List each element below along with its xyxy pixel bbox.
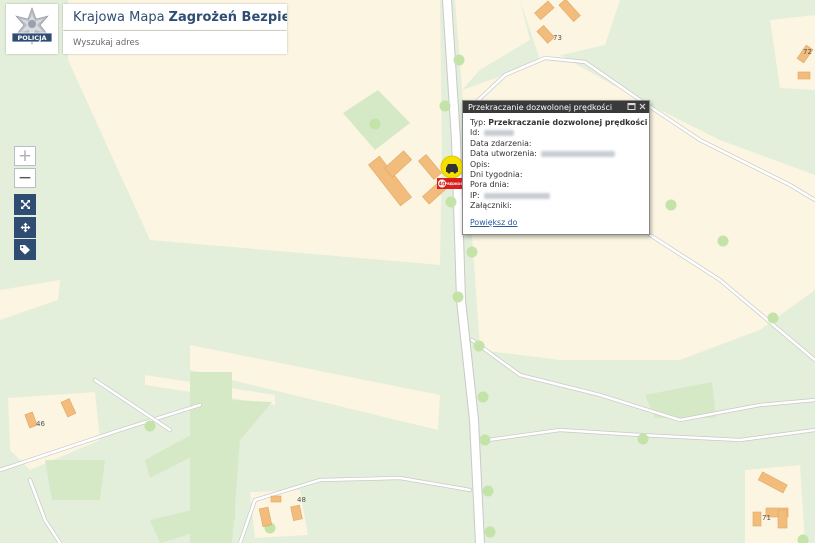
fullscreen-button[interactable] — [14, 194, 36, 215]
redacted-ip — [483, 192, 550, 199]
row-pora-dnia: Pora dnia: — [470, 180, 510, 190]
police-star-icon: POLICJA — [11, 7, 53, 45]
row-data-zdarzenia: Data zdarzenia: — [470, 138, 532, 148]
zoom-out-button[interactable]: − — [14, 168, 36, 188]
row-data-utworzenia: Data utworzenia: — [470, 149, 649, 159]
incident-popup: Przekraczanie dozwolonej prędkości Typ: … — [462, 100, 650, 235]
typ-value: Przekraczanie dozwolonej prędkości — [488, 118, 648, 127]
popup-body: Typ: Przekraczanie dozwolonej prędkości … — [463, 113, 649, 228]
row-ip: IP: — [470, 191, 649, 201]
popup-title: Przekraczanie dozwolonej prędkości — [468, 102, 613, 112]
row-opis: Opis: — [470, 159, 490, 169]
zoom-in-button[interactable]: + — [14, 146, 36, 166]
fullscreen-icon — [20, 200, 30, 209]
house-number-73: 73 — [553, 34, 562, 42]
svg-text:POLICJA: POLICJA — [17, 34, 46, 42]
redacted-date — [540, 151, 615, 158]
house-number-46: 46 — [36, 420, 45, 428]
locate-button[interactable] — [14, 217, 36, 238]
close-icon[interactable] — [638, 102, 647, 111]
locate-icon — [20, 222, 30, 233]
house-number-48: 48 — [297, 496, 306, 504]
row-id: Id: — [470, 128, 649, 138]
house-number-72: 72 — [803, 48, 812, 56]
zoom-to-link[interactable]: Powiększ do — [470, 218, 517, 228]
tag-icon — [20, 245, 30, 255]
redacted-id — [483, 130, 514, 137]
row-typ: Typ: Przekraczanie dozwolonej prędkości — [470, 118, 648, 127]
row-dni-tygodnia: Dni tygodnia: — [470, 170, 523, 180]
app-title-bold: Zagrożeń Bezpieczeństwa — [168, 9, 287, 25]
map-canvas[interactable]: 46 48 71 72 73 — [0, 0, 815, 543]
app-title-prefix: Krajowa Mapa — [73, 9, 165, 25]
app-title: Krajowa Mapa Zagrożeń Bezpieczeństwa — [63, 4, 287, 30]
tags-button[interactable] — [14, 239, 36, 260]
house-number-71: 71 — [762, 514, 771, 522]
row-zalaczniki: Załączniki: — [470, 201, 512, 211]
maximize-icon[interactable] — [627, 102, 636, 111]
popup-header: Przekraczanie dozwolonej prędkości — [463, 101, 649, 113]
police-logo[interactable]: POLICJA — [6, 4, 58, 54]
address-search-input[interactable] — [63, 31, 287, 54]
